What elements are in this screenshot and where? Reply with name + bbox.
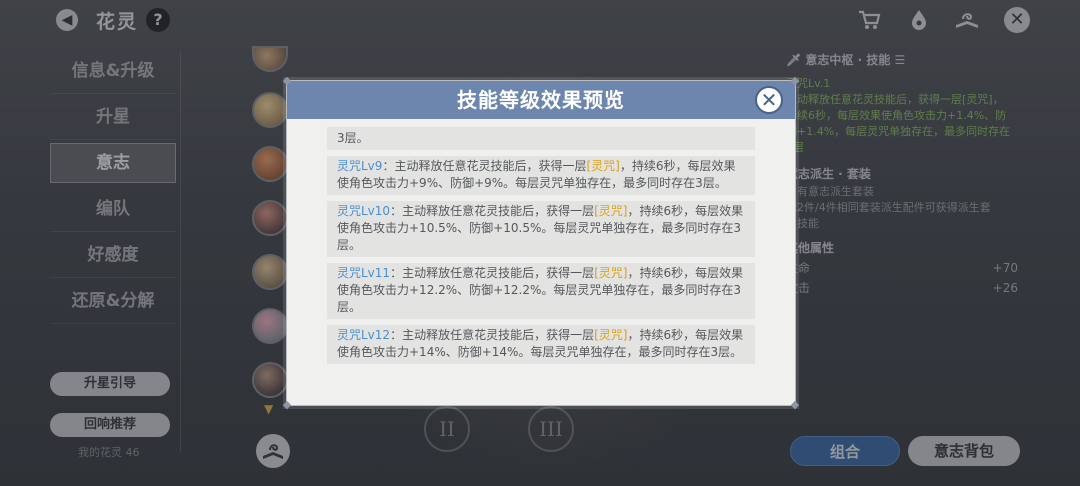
entry-level: 灵咒Lv9 bbox=[337, 159, 383, 173]
entry-keyword: [灵咒] bbox=[586, 159, 620, 173]
skill-preview-modal: 技能等级效果预览 ✕ ◆ ◆ ◆ ◆ 效果使角色攻击力+7.7%、防御+7.7%… bbox=[283, 75, 799, 411]
corner-ornament-icon: ◆ bbox=[282, 74, 292, 87]
modal-title: 技能等级效果预览 bbox=[457, 88, 625, 112]
corner-ornament-icon: ◆ bbox=[790, 74, 800, 87]
level-list[interactable]: 效果使角色攻击力+7.7%、防御+7.7%。每层灵咒单独存在，最多同时存在3层。… bbox=[327, 127, 755, 391]
list-item: 灵咒Lv12：主动释放任意花灵技能后，获得一层[灵咒]，持续6秒，每层效果使角色… bbox=[327, 325, 755, 364]
list-item: 灵咒Lv9：主动释放任意花灵技能后，获得一层[灵咒]，持续6秒，每层效果使角色攻… bbox=[327, 156, 755, 195]
entry-text: ：主动释放任意花灵技能后，获得一层 bbox=[390, 328, 595, 342]
close-icon[interactable]: ✕ bbox=[755, 86, 783, 114]
entry-level: 灵咒Lv11 bbox=[337, 266, 391, 280]
entry-text: 效果使角色攻击力+7.7%、防御+7.7%。每层灵咒单独存在，最多同时存在3层。 bbox=[337, 127, 742, 145]
entry-text: ：主动释放任意花灵技能后，获得一层 bbox=[382, 159, 587, 173]
list-item: 灵咒Lv11：主动释放任意花灵技能后，获得一层[灵咒]，持续6秒，每层效果使角色… bbox=[327, 263, 755, 319]
entry-keyword: [灵咒] bbox=[594, 266, 628, 280]
entry-text: ：主动释放任意花灵技能后，获得一层 bbox=[390, 204, 595, 218]
list-item: 效果使角色攻击力+7.7%、防御+7.7%。每层灵咒单独存在，最多同时存在3层。 bbox=[327, 127, 755, 150]
entry-keyword: [灵咒] bbox=[594, 328, 628, 342]
corner-ornament-icon: ◆ bbox=[790, 398, 800, 411]
list-item: 灵咒Lv10：主动释放任意花灵技能后，获得一层[灵咒]，持续6秒，每层效果使角色… bbox=[327, 201, 755, 257]
entry-text: ：主动释放任意花灵技能后，获得一层 bbox=[390, 266, 595, 280]
entry-level: 灵咒Lv12 bbox=[337, 328, 391, 342]
entry-keyword: [灵咒] bbox=[594, 204, 628, 218]
corner-ornament-icon: ◆ bbox=[282, 398, 292, 411]
entry-level: 灵咒Lv10 bbox=[337, 204, 391, 218]
